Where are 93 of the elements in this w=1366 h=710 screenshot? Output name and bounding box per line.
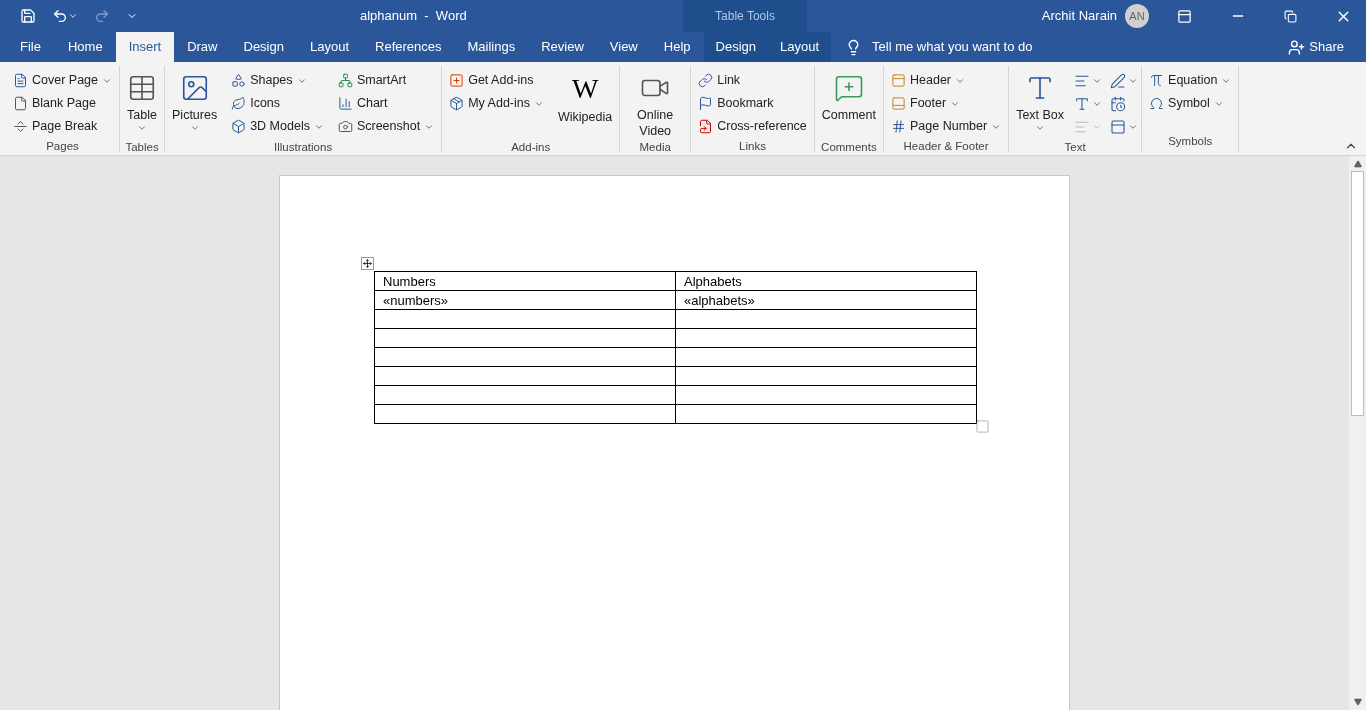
ribbon-tab[interactable]: Insert — [115, 32, 175, 62]
footer-icon — [891, 96, 906, 111]
save-icon[interactable] — [20, 8, 36, 24]
ribbon-button[interactable]: Chart — [333, 92, 439, 115]
ribbon-tab[interactable]: Layout — [768, 32, 832, 62]
share-icon — [1288, 38, 1306, 56]
scroll-up-icon[interactable] — [1353, 160, 1362, 168]
link-icon — [698, 73, 714, 88]
ribbon-button[interactable]: Page Number — [887, 115, 1006, 138]
ribbon-tab[interactable]: Design — [703, 32, 768, 62]
ribbon-tab[interactable]: View — [596, 32, 651, 62]
group-label: Tables — [124, 140, 160, 155]
blank-page-icon — [13, 96, 28, 111]
scroll-down-icon[interactable] — [1353, 698, 1362, 706]
ribbon-button[interactable]: Cover Page — [9, 69, 116, 92]
ribbon-tab[interactable]: Help — [650, 32, 704, 62]
ribbon-tab[interactable]: Design — [230, 32, 297, 62]
ribbon-tab[interactable]: Draw — [174, 32, 231, 62]
ribbon-tab[interactable]: File — [6, 32, 55, 62]
ribbon-large-button[interactable]: W Wikipedia — [554, 69, 617, 139]
omega-icon — [1149, 96, 1165, 111]
tell-me-field[interactable]: Tell me what you want to do — [872, 37, 1173, 57]
ribbon-tab[interactable]: Mailings — [454, 32, 529, 62]
ribbon-large-button[interactable]: Comment — [817, 69, 880, 139]
pi-icon — [1149, 73, 1165, 88]
leaf-icon — [231, 96, 247, 111]
flag-icon — [698, 96, 714, 111]
group-label: Add-ins — [510, 140, 552, 155]
group-label: Illustrations — [273, 140, 334, 155]
hash-icon — [891, 119, 906, 134]
undo-icon[interactable] — [52, 8, 68, 24]
caret-icon — [137, 123, 147, 133]
caret-icon[interactable] — [68, 11, 78, 21]
ribbon-button[interactable]: Shapes — [227, 69, 328, 92]
group-label: Symbols — [1167, 133, 1214, 149]
shapes-icon — [231, 73, 247, 88]
caret-icon — [189, 123, 200, 133]
table-cell: «alphabets» — [675, 290, 977, 310]
ribbon-tab[interactable]: Review — [528, 32, 597, 62]
ribbon-button[interactable]: Page Break — [9, 115, 116, 138]
ribbon-button[interactable]: 3D Models — [227, 115, 328, 138]
ribbon-button[interactable]: Bookmark — [694, 92, 811, 115]
ribbon-tab[interactable]: Home — [54, 32, 116, 62]
table-move-handle-icon[interactable] — [361, 257, 374, 270]
ribbon-large-button[interactable]: Text Box — [1012, 69, 1069, 139]
group-label: Text — [1063, 140, 1087, 155]
diagram-icon — [337, 73, 353, 88]
caret-icon — [1035, 123, 1046, 133]
user-name: Archit Narain — [1041, 7, 1117, 26]
header-icon — [891, 73, 906, 88]
group-label: Header & Footer — [902, 139, 990, 154]
ribbon-large-button[interactable]: Pictures — [168, 69, 222, 139]
ribbon-button[interactable]: Cross-reference — [694, 115, 811, 138]
ribbon-button[interactable]: Symbol — [1145, 92, 1236, 115]
ribbon-button[interactable]: Blank Page — [9, 92, 116, 115]
context-tab-header: Table Tools — [683, 0, 807, 32]
avatar[interactable]: AN — [1125, 4, 1149, 28]
ribbon-button[interactable]: Icons — [227, 92, 328, 115]
share-button[interactable]: Share — [1288, 32, 1344, 62]
ribbon-button[interactable]: My Add-ins — [445, 92, 548, 115]
ribbon-button[interactable]: Equation — [1145, 69, 1236, 92]
ribbon-button[interactable]: Get Add-ins — [445, 69, 548, 92]
table-cell: Alphabets — [675, 271, 977, 291]
group-label: Media — [638, 140, 672, 155]
window-title: alphanum - Word — [360, 7, 467, 26]
ribbon-large-button[interactable]: Online Video — [623, 69, 688, 139]
ribbon-button[interactable]: Link — [694, 69, 811, 92]
ribbon-display-icon[interactable] — [1177, 8, 1192, 24]
ribbon-tab[interactable]: References — [362, 32, 455, 62]
ribbon-icon-button[interactable] — [1110, 71, 1139, 90]
ribbon-button[interactable]: Header — [887, 69, 1006, 92]
ribbon-large-button[interactable]: Table — [123, 69, 161, 139]
date-time-icon — [1110, 95, 1127, 112]
comment-plus-icon — [833, 73, 864, 103]
group-label: Pages — [45, 139, 80, 154]
vertical-scrollbar[interactable] — [1349, 156, 1366, 710]
table-resize-handle-icon[interactable] — [975, 419, 990, 434]
camera-icon — [337, 119, 353, 134]
table-cell: Numbers — [374, 271, 676, 291]
table-icon — [127, 73, 157, 103]
ribbon-tab[interactable]: Layout — [296, 32, 362, 62]
ribbon-icon-button[interactable] — [1110, 117, 1139, 136]
page-break-icon — [13, 119, 28, 134]
restore-icon[interactable] — [1284, 9, 1297, 23]
ribbon-button[interactable]: Footer — [887, 92, 1006, 115]
ribbon-button[interactable]: SmartArt — [333, 69, 439, 92]
cube-icon — [231, 119, 247, 134]
table-cell: «numbers» — [374, 290, 676, 310]
group-label: Comments — [820, 140, 878, 155]
cube-icon — [449, 96, 465, 111]
bar-chart-icon — [337, 96, 353, 111]
ribbon-button[interactable]: Screenshot — [333, 115, 439, 138]
group-label: Links — [738, 139, 767, 154]
